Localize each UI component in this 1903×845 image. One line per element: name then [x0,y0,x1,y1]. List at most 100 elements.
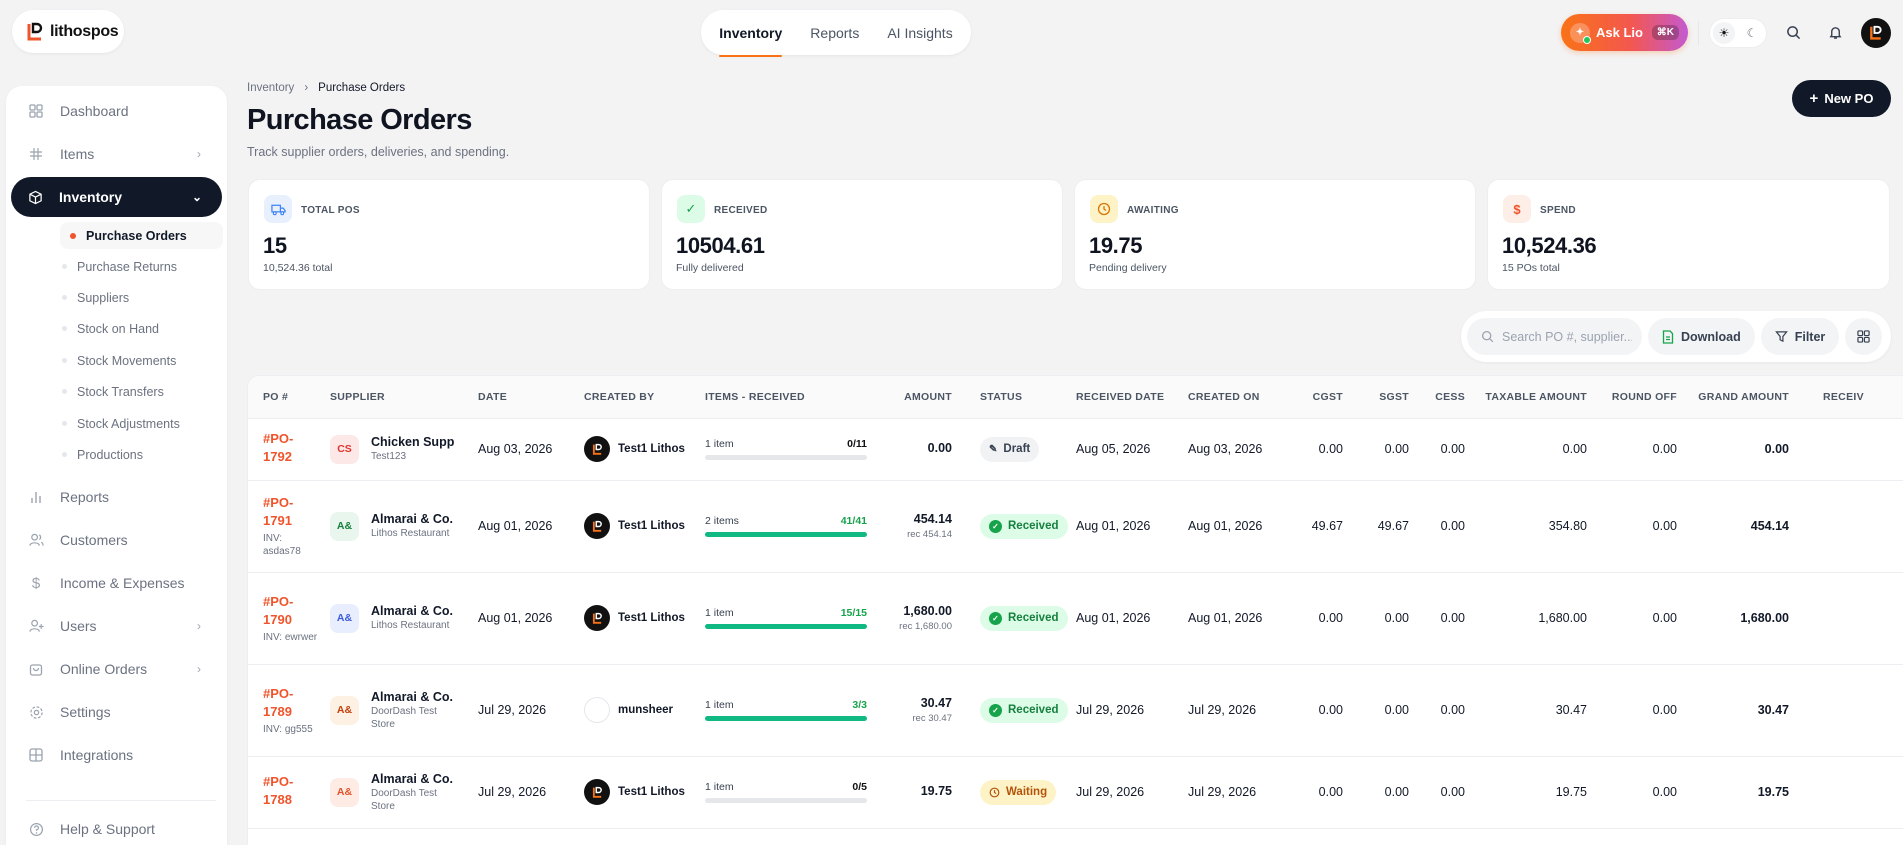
supplier-badge: A& [330,603,359,633]
cess-cell: 0.00 [1415,572,1471,665]
search-box[interactable] [1467,318,1642,355]
receiving-cell [1795,664,1903,757]
received-count: 0/11 [847,438,867,450]
sidebar-sub-stock-transfers[interactable]: Stock Transfers [62,378,164,405]
topnav-ai-insights[interactable]: AI Insights [887,25,952,41]
received-progress-bar [705,716,867,721]
column-header[interactable]: CGST [1294,376,1349,419]
supplier-location: DoorDash Test Store [371,705,437,730]
column-header[interactable]: SGST [1349,376,1415,419]
column-header[interactable]: CREATED BY [578,376,699,419]
sidebar-item-income-expenses[interactable]: $ Income & Expenses [12,563,221,603]
sidebar-item-dashboard[interactable]: Dashboard [12,91,221,131]
column-header[interactable]: RECEIVED DATE [1070,376,1182,419]
sidebar-item-settings[interactable]: Settings [12,692,221,732]
app-logo[interactable]: lithospos [12,10,124,53]
amount-received: rec 1,680.00 [899,621,952,632]
chevron-right-icon: › [197,662,201,676]
po-number-link[interactable]: #PO-1791 [263,494,303,530]
column-header[interactable]: ROUND OFF [1593,376,1683,419]
amount-cell: 30.47 rec 30.47 [877,664,958,757]
round-off-cell: 0.00 [1593,572,1683,665]
column-header[interactable]: CESS [1415,376,1471,419]
po-number-link[interactable]: #PO-1789 [263,685,303,721]
table-row[interactable]: #PO-1788 A& Almarai & Co. DoorDash Test … [248,756,1903,829]
breadcrumb-parent[interactable]: Inventory [247,82,294,94]
new-po-button[interactable]: + New PO [1792,80,1891,117]
grand-amount-cell: 1,680.00 [1683,572,1795,665]
items-received-cell: 1 item 0/5 [699,756,877,829]
column-header[interactable]: DATE [472,376,578,419]
po-number-link[interactable]: #PO-1788 [263,773,303,809]
taxable-amount-cell: 354.80 [1471,480,1593,573]
check-circle-icon: ✓ [989,703,1002,717]
sidebar-sub-stock-adjustments[interactable]: Stock Adjustments [62,410,180,437]
supplier-location: Lithos Restaurant [371,620,450,631]
ask-lio-button[interactable]: ✦ Ask Lio ⌘K [1561,14,1688,51]
stat-card-total-pos: TOTAL POS 15 10,524.36 total [248,179,650,290]
cgst-cell: 0.00 [1294,572,1349,665]
grand-amount-cell: 19.75 [1683,756,1795,829]
sun-icon[interactable]: ☀ [1713,21,1735,44]
sidebar-item-help[interactable]: Help & Support [12,809,221,845]
created-by-cell: Test1 Lithos [578,756,699,829]
table-row[interactable]: #PO-1792 CS Chicken Supp Test123 Aug 03,… [248,418,1903,481]
po-number-link[interactable]: #PO-1792 [263,430,303,466]
sidebar-item-inventory[interactable]: Inventory ⌄ [11,177,222,217]
amount-received: rec 30.47 [912,713,952,724]
topnav-inventory[interactable]: Inventory [719,25,783,57]
created-on-cell: Aug 01, 2026 [1182,572,1294,665]
column-header[interactable]: STATUS [958,376,1070,419]
sidebar-sub-suppliers[interactable]: Suppliers [62,284,129,311]
search-input[interactable] [1502,329,1632,344]
search-button[interactable] [1777,17,1809,49]
sidebar-sub-purchase-returns[interactable]: Purchase Returns [62,253,177,280]
stat-label: SPEND [1540,205,1576,216]
view-toggle-button[interactable] [1845,318,1883,355]
sidebar-item-customers[interactable]: Customers [12,520,221,560]
sgst-cell: 0.00 [1349,664,1415,757]
download-button[interactable]: Download [1648,318,1755,355]
supplier-location: Lithos Restaurant [371,528,450,539]
sidebar-sub-productions[interactable]: Productions [62,441,143,468]
po-number-link[interactable]: #PO-1790 [263,593,303,629]
column-header[interactable]: TAXABLE AMOUNT [1471,376,1593,419]
notifications-button[interactable] [1819,17,1851,49]
sidebar-sub-stock-movements[interactable]: Stock Movements [62,347,176,374]
sidebar-item-reports[interactable]: Reports [12,477,221,517]
dot-icon [62,452,67,457]
chevron-right-icon: › [197,619,201,633]
table-row[interactable]: #PO-1790 INV: ewrwer A& Almarai & Co. Li… [248,572,1903,665]
date-cell: Jul 29, 2026 [472,756,578,829]
po-cell: #PO-1792 [248,418,324,481]
column-header[interactable]: CREATED ON [1182,376,1294,419]
column-header[interactable]: SUPPLIER [324,376,472,419]
created-on-cell: Aug 01, 2026 [1182,480,1294,573]
column-header[interactable]: GRAND AMOUNT [1683,376,1795,419]
po-cell: #PO-1790 INV: ewrwer [248,572,324,665]
stat-label: AWAITING [1127,205,1179,216]
theme-toggle[interactable]: ☀ ☾ [1709,17,1767,48]
received-count: 15/15 [840,607,867,619]
column-header[interactable]: RECEIV [1795,376,1903,419]
sidebar-sub-stock-on-hand[interactable]: Stock on Hand [62,315,159,342]
sidebar-item-online-orders[interactable]: Online Orders › [12,649,221,689]
column-header[interactable]: ITEMS - RECEIVED [699,376,877,419]
sidebar-item-users[interactable]: Users › [12,606,221,646]
creator-name: Test1 Lithos [618,520,685,532]
table-row[interactable]: #PO-1789 INV: gg555 A& Almarai & Co. Doo… [248,664,1903,757]
column-header[interactable]: PO # [248,376,324,419]
top-nav: Inventory Reports AI Insights [701,10,971,57]
table-row[interactable]: #PO-1791 INV: asdas78 A& Almarai & Co. L… [248,480,1903,573]
active-dot-icon [70,232,76,239]
column-header[interactable]: AMOUNT [877,376,958,419]
filter-button[interactable]: Filter [1760,318,1840,355]
sidebar-item-items[interactable]: Items › [12,134,221,174]
sidebar-item-integrations[interactable]: Integrations [12,735,221,775]
moon-icon[interactable]: ☾ [1741,22,1763,44]
stat-value: 15 [263,233,287,258]
dot-icon [62,326,67,331]
user-avatar[interactable] [1861,17,1891,48]
sidebar-sub-purchase-orders[interactable]: Purchase Orders [60,222,223,249]
topnav-reports[interactable]: Reports [810,25,859,41]
